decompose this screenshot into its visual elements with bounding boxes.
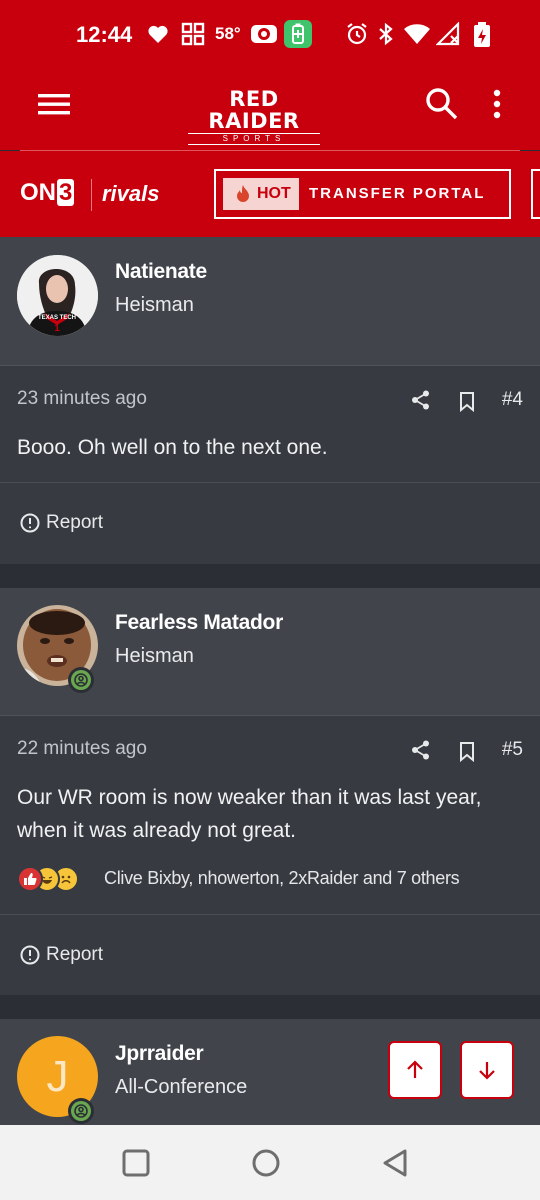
post-body: 22 minutes ago #5 Our WR room is now wea… (0, 716, 540, 914)
post-author-header: Fearless Matador Heisman (0, 588, 540, 715)
bookmark-button[interactable] (459, 742, 475, 767)
username[interactable]: Fearless Matador (115, 611, 283, 635)
online-icon (71, 670, 91, 690)
bookmark-icon (460, 392, 474, 413)
arrow-up-icon (407, 1060, 423, 1078)
back-button[interactable] (381, 1148, 409, 1183)
system-navigation-bar (0, 1125, 540, 1200)
post-number[interactable]: #5 (502, 739, 523, 761)
user-rank: All-Conference (115, 1076, 248, 1098)
username[interactable]: Jprraider (115, 1042, 204, 1066)
share-icon (412, 740, 429, 760)
alarm-icon (345, 22, 369, 51)
circle-icon (252, 1149, 280, 1177)
username[interactable]: Natienate (115, 260, 207, 284)
online-status-badge (68, 1098, 94, 1124)
flame-icon (235, 185, 251, 208)
post-body: 23 minutes ago #4 Booo. Oh well on to th… (0, 366, 540, 482)
reactions-row[interactable]: Clive Bixby, nhowerton, 2xRaider and 7 o… (17, 866, 527, 894)
status-temperature: 58° (215, 24, 241, 43)
recents-button[interactable] (122, 1149, 150, 1182)
square-icon (122, 1149, 150, 1177)
on3-text: ON (20, 179, 56, 206)
grid-app-icon (181, 22, 205, 51)
scroll-up-button[interactable] (388, 1041, 442, 1099)
post-author-header: J Jprraider All-Conference (0, 1019, 540, 1125)
post-timestamp[interactable]: 23 minutes ago (17, 388, 147, 410)
user-rank: Heisman (115, 294, 194, 316)
post-author-header: TEXAS TECH 1 Natienate Heisman (0, 237, 540, 365)
logo-sub-text: SPORTS (188, 133, 320, 145)
post-text: Booo. Oh well on to the next one. (17, 436, 328, 459)
user-rank: Heisman (115, 645, 194, 667)
report-label: Report (46, 512, 104, 533)
post-number[interactable]: #4 (502, 389, 523, 411)
logo-main-text: RED RAIDER (208, 87, 300, 133)
online-icon (71, 1101, 91, 1121)
next-nav-button[interactable] (531, 169, 540, 219)
search-icon (426, 88, 458, 120)
like-reaction-icon (17, 866, 43, 892)
camera-icon (250, 22, 278, 51)
brand-separator (91, 179, 92, 211)
app-header: RED RAIDER SPORTS (0, 62, 540, 150)
alert-circle-icon (20, 945, 40, 965)
battery-saver-icon (284, 20, 312, 53)
bookmark-button[interactable] (459, 392, 475, 417)
hot-label: HOT (257, 185, 291, 202)
post-footer: Report (0, 914, 540, 995)
share-button[interactable] (411, 740, 431, 765)
post-footer: Report (0, 482, 540, 564)
battery-charging-icon (472, 22, 492, 53)
svg-text:1: 1 (54, 323, 60, 334)
transfer-portal-label: TRANSFER PORTAL (309, 185, 486, 202)
on3-logo[interactable]: ON 3 (20, 179, 75, 207)
hot-badge: HOT (223, 178, 299, 210)
signal-icon (435, 21, 462, 51)
wifi-icon (403, 22, 431, 51)
online-status-badge (68, 667, 94, 693)
search-button[interactable] (425, 87, 459, 126)
user-photo: TEXAS TECH 1 (17, 255, 98, 336)
post-gap (0, 564, 540, 588)
arrow-down-icon (479, 1062, 495, 1080)
report-label: Report (46, 944, 104, 965)
share-icon (412, 390, 429, 410)
share-button[interactable] (411, 390, 431, 415)
more-options-button[interactable] (492, 89, 502, 124)
on3-digit: 3 (57, 179, 75, 206)
site-logo[interactable]: RED RAIDER SPORTS (180, 88, 328, 145)
transfer-portal-button[interactable]: HOT TRANSFER PORTAL (214, 169, 511, 219)
more-vertical-icon (493, 89, 501, 119)
heart-icon (146, 22, 170, 51)
rivals-logo[interactable]: rivals (102, 181, 160, 207)
status-time: 12:44 (76, 22, 133, 47)
home-button[interactable] (251, 1148, 281, 1183)
triangle-back-icon (383, 1149, 407, 1177)
status-bar: 12:44 58° (0, 0, 540, 62)
avatar-jersey-text: TEXAS TECH (38, 315, 76, 321)
scroll-down-button[interactable] (460, 1041, 514, 1099)
post-text: Our WR room is now weaker than it was la… (17, 786, 482, 842)
alert-circle-icon (20, 513, 40, 533)
bookmark-icon (460, 742, 474, 763)
menu-button[interactable] (38, 92, 70, 121)
post-timestamp[interactable]: 22 minutes ago (17, 738, 147, 760)
bluetooth-icon (376, 22, 396, 51)
avatar[interactable]: TEXAS TECH 1 (17, 255, 98, 336)
post-gap (0, 995, 540, 1019)
app-screen: 12:44 58° RED RAIDER SPORTS ON 3 rivals … (0, 0, 540, 1200)
reaction-names[interactable]: Clive Bixby, nhowerton, 2xRaider and 7 o… (104, 868, 460, 889)
brand-bar: ON 3 rivals HOT TRANSFER PORTAL (0, 151, 540, 237)
hamburger-icon (38, 94, 70, 115)
